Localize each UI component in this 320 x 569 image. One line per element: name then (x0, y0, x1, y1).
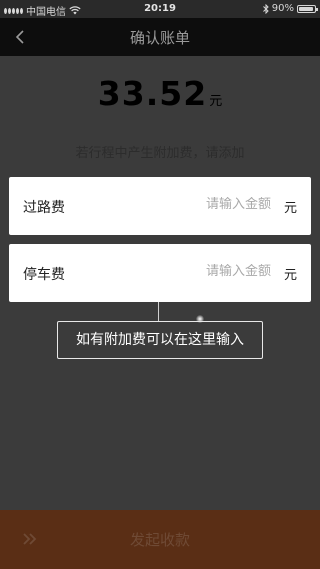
parking-fee-label: 停车费 (23, 267, 65, 283)
status-bar: 中国电信 20:19 90% (0, 0, 320, 18)
parking-fee-input[interactable] (161, 264, 271, 279)
amount-value: 33.52 (97, 74, 208, 113)
toll-fee-label: 过路费 (23, 200, 65, 216)
amount-unit: 元 (209, 94, 223, 109)
bluetooth-icon (262, 3, 269, 14)
start-payment-label: 发起收款 (129, 531, 190, 549)
guide-tooltip: 如有附加费可以在这里输入 (57, 321, 263, 359)
battery-level (299, 6, 313, 11)
toll-fee-input[interactable] (161, 197, 271, 212)
start-payment-button[interactable]: 发起收款 (0, 510, 320, 569)
battery-percent: 90% (271, 3, 294, 14)
tooltip-pointer-line (158, 302, 159, 321)
toll-fee-unit: 元 (283, 201, 297, 216)
navigation-bar: 确认账单 (0, 18, 320, 56)
parking-fee-row: 停车费 元 (9, 244, 311, 302)
battery-icon (297, 4, 318, 13)
toll-fee-row: 过路费 元 (9, 177, 311, 235)
parking-fee-unit: 元 (283, 268, 297, 283)
status-right: 90% (262, 3, 318, 14)
extra-fee-hint: 若行程中产生附加费，请添加 (75, 146, 245, 161)
page-title: 确认账单 (129, 29, 190, 47)
bill-amount: 33.52 元 (0, 74, 320, 113)
